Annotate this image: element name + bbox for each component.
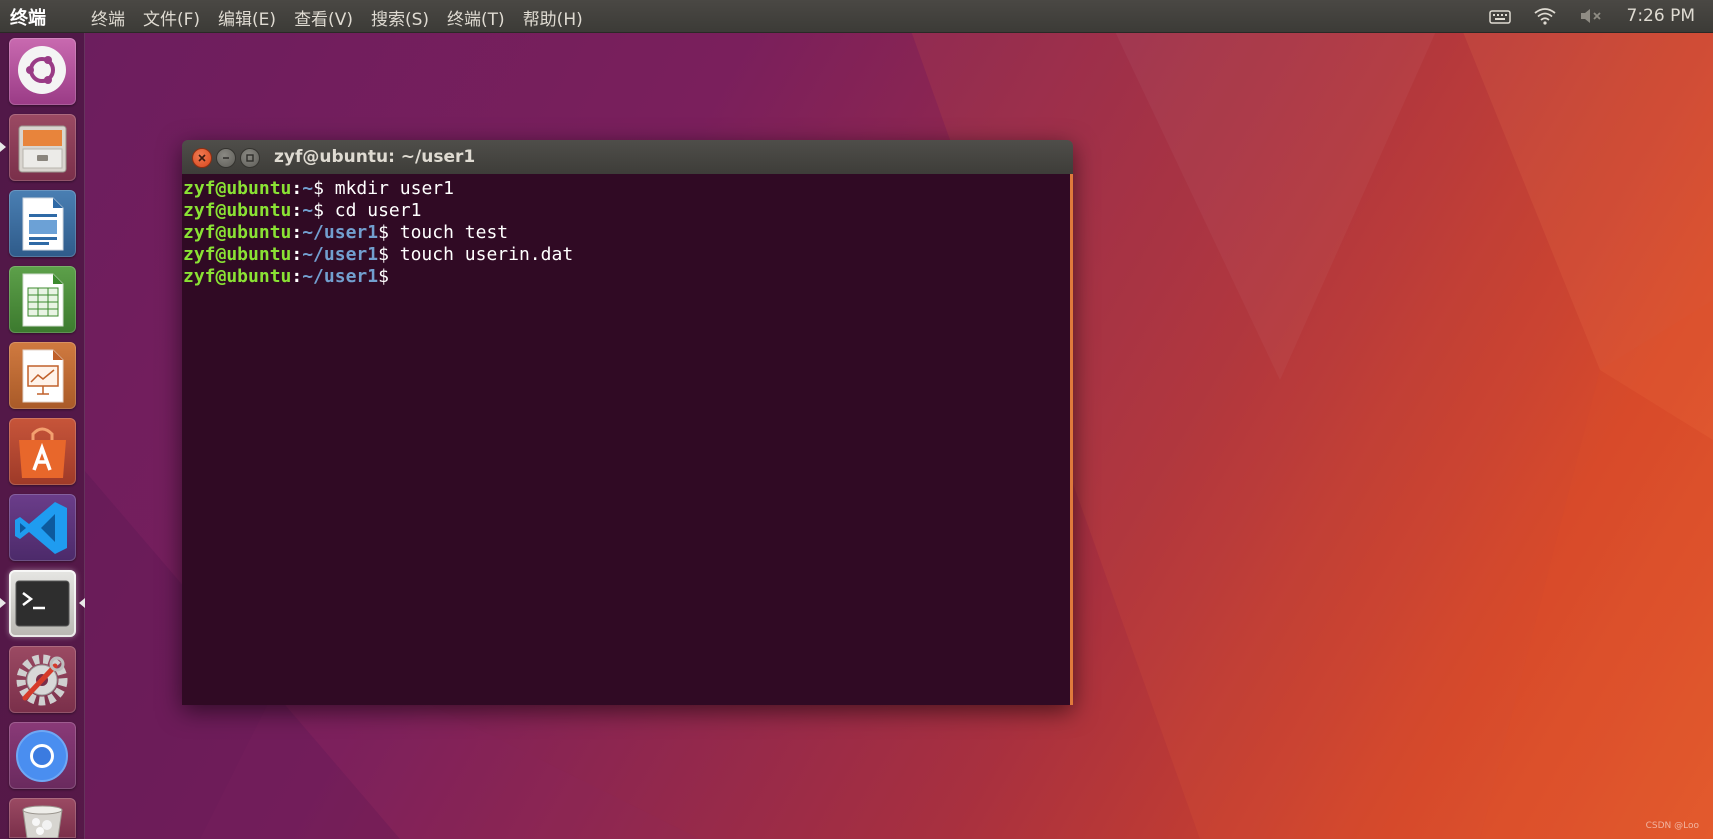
command-text: cd user1 xyxy=(323,200,422,221)
prompt-dollar: $ xyxy=(378,244,389,265)
terminal-scrollbar[interactable] xyxy=(1070,174,1073,705)
terminal-line: zyf@ubuntu:~/user1$ touch userin.dat xyxy=(183,244,1073,266)
launcher xyxy=(0,32,85,839)
command-text: touch test xyxy=(388,222,509,243)
prompt-colon: : xyxy=(291,222,303,243)
terminal-line: zyf@ubuntu:~$ mkdir user1 xyxy=(183,178,1073,200)
terminal-output[interactable]: zyf@ubuntu:~$ mkdir user1 zyf@ubuntu:~$ … xyxy=(182,174,1073,705)
prompt-dollar: $ xyxy=(378,266,389,287)
software-center-icon xyxy=(19,427,66,478)
libreoffice-calc-icon xyxy=(22,273,64,327)
prompt-colon: : xyxy=(291,266,303,287)
menu-terminal[interactable]: 终端(T) xyxy=(447,5,505,30)
launcher-terminal[interactable] xyxy=(0,570,85,637)
prompt-dollar: $ xyxy=(313,200,324,221)
prompt-path: ~/user1 xyxy=(302,266,379,287)
prompt-user: zyf@ubuntu xyxy=(183,178,292,199)
libreoffice-impress-icon xyxy=(22,349,64,403)
chromium-icon xyxy=(16,730,68,782)
terminal-icon xyxy=(15,580,70,627)
window-title: zyf@ubuntu: ~/user1 xyxy=(274,147,476,167)
top-panel: 终端 终端 文件(F) 编辑(E) 查看(V) 搜索(S) 终端(T) 帮助(H… xyxy=(0,0,1713,32)
running-indicator xyxy=(0,598,6,608)
terminal-line: zyf@ubuntu:~/user1$ touch test xyxy=(183,222,1073,244)
menu-search[interactable]: 搜索(S) xyxy=(371,5,429,30)
launcher-chromium[interactable] xyxy=(9,722,76,789)
minimize-icon xyxy=(223,157,229,159)
prompt-dollar: $ xyxy=(313,178,324,199)
window-maximize-button[interactable] xyxy=(240,148,260,168)
terminal-line: zyf@ubuntu:~/user1$ xyxy=(183,266,1073,288)
launcher-dash[interactable] xyxy=(9,38,76,105)
prompt-dollar: $ xyxy=(378,222,389,243)
wifi-icon[interactable] xyxy=(1533,7,1557,25)
launcher-writer[interactable] xyxy=(9,190,76,257)
maximize-icon xyxy=(246,154,254,162)
menu-help[interactable]: 帮助(H) xyxy=(523,5,583,30)
prompt-path: ~/user1 xyxy=(302,244,379,265)
prompt-colon: : xyxy=(291,178,303,199)
launcher-settings[interactable] xyxy=(9,646,76,713)
system-tray: 7:26 PM xyxy=(1488,0,1713,32)
vscode-icon xyxy=(15,502,67,554)
menu-file[interactable]: 文件(F) xyxy=(143,5,200,30)
ubuntu-dash-icon xyxy=(18,46,66,94)
command-text: touch userin.dat xyxy=(388,244,574,265)
prompt-path: ~ xyxy=(302,200,314,221)
prompt-user: zyf@ubuntu xyxy=(183,200,292,221)
prompt-path: ~ xyxy=(302,178,314,199)
menu-view[interactable]: 查看(V) xyxy=(294,5,353,30)
trash-icon xyxy=(22,805,63,838)
command-text: mkdir user1 xyxy=(323,178,454,199)
prompt-path: ~/user1 xyxy=(302,222,379,243)
menu-edit[interactable]: 编辑(E) xyxy=(218,5,276,30)
prompt-colon: : xyxy=(291,200,303,221)
terminal-window: zyf@ubuntu: ~/user1 zyf@ubuntu:~$ mkdir … xyxy=(182,140,1073,705)
window-close-button[interactable] xyxy=(192,148,212,168)
volume-muted-icon[interactable] xyxy=(1579,7,1605,25)
system-settings-icon xyxy=(16,654,68,706)
watermark: CSDN @Loo xyxy=(1645,821,1699,831)
menu-bar: 终端 文件(F) 编辑(E) 查看(V) 搜索(S) 终端(T) 帮助(H) xyxy=(91,5,583,30)
launcher-vscode[interactable] xyxy=(9,494,76,561)
launcher-files[interactable] xyxy=(0,114,76,181)
prompt-user: zyf@ubuntu xyxy=(183,222,292,243)
files-icon xyxy=(18,125,67,173)
running-indicator xyxy=(0,142,6,152)
clock[interactable]: 7:26 PM xyxy=(1627,6,1696,26)
terminal-line: zyf@ubuntu:~$ cd user1 xyxy=(183,200,1073,222)
menu-terminal-app[interactable]: 终端 xyxy=(91,5,125,30)
keyboard-icon[interactable] xyxy=(1488,8,1511,24)
launcher-calc[interactable] xyxy=(9,266,76,333)
launcher-software[interactable] xyxy=(9,418,76,485)
launcher-trash[interactable] xyxy=(9,798,76,838)
window-title-bar[interactable]: zyf@ubuntu: ~/user1 xyxy=(182,140,1073,174)
active-app-title: 终端 xyxy=(10,8,46,29)
window-minimize-button[interactable] xyxy=(216,148,236,168)
prompt-user: zyf@ubuntu xyxy=(183,266,292,287)
launcher-impress[interactable] xyxy=(9,342,76,409)
libreoffice-writer-icon xyxy=(22,197,64,251)
focused-indicator xyxy=(79,598,85,608)
prompt-user: zyf@ubuntu xyxy=(183,244,292,265)
close-icon xyxy=(198,154,206,162)
prompt-colon: : xyxy=(291,244,303,265)
